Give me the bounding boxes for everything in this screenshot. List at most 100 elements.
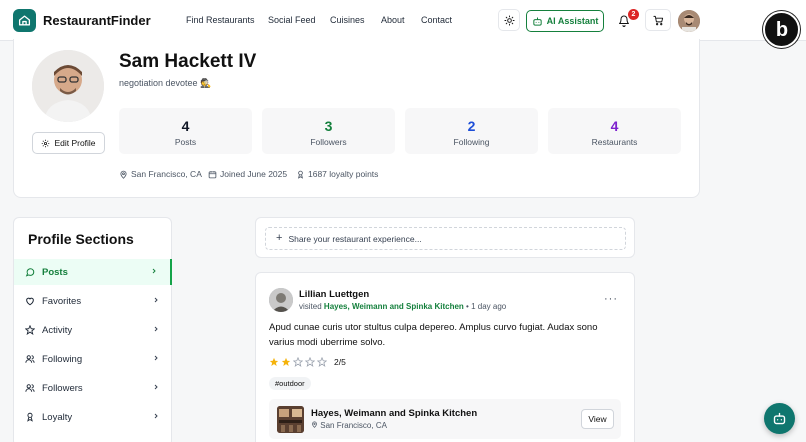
restaurant-card[interactable]: Hayes, Weimann and Spinka Kitchen San Fr… — [269, 399, 621, 439]
notification-badge: 2 — [628, 9, 639, 20]
view-restaurant-button[interactable]: View — [581, 409, 614, 429]
chevron-right-icon — [154, 297, 158, 303]
post-time: 1 day ago — [471, 302, 507, 311]
stat-posts[interactable]: 4 Posts — [119, 108, 252, 154]
post-rating: 2/5 — [269, 357, 346, 367]
brand-name[interactable]: RestaurantFinder — [43, 13, 151, 28]
profile-bio: negotiation devotee 🕵 — [119, 78, 212, 88]
award-icon — [297, 170, 304, 179]
post-meta: visited Hayes, Weimann and Spinka Kitche… — [299, 302, 506, 311]
cart-button[interactable] — [645, 9, 671, 31]
restaurant-thumbnail — [277, 406, 304, 433]
share-experience-input[interactable]: + Share your restaurant experience... — [265, 227, 626, 250]
profile-name: Sam Hackett IV — [119, 51, 257, 72]
star-empty-icon — [305, 357, 315, 367]
profile-sections-sidebar: Profile Sections Posts Favorites Activit… — [13, 217, 172, 442]
map-pin-icon — [120, 170, 127, 179]
plus-icon: + — [276, 232, 283, 244]
nav-about[interactable]: About — [381, 15, 405, 25]
stat-posts-value: 4 — [181, 118, 190, 134]
stat-restaurants-value: 4 — [610, 118, 619, 134]
profile-location: San Francisco, CA — [119, 169, 202, 179]
users-icon — [24, 353, 36, 365]
chevron-right-icon — [154, 384, 158, 390]
edit-profile-button[interactable]: Edit Profile — [32, 132, 105, 154]
post-tag[interactable]: #outdoor — [269, 377, 311, 390]
nav-contact[interactable]: Contact — [421, 15, 452, 25]
stat-following[interactable]: 2 Following — [405, 108, 538, 154]
sidebar-item-label: Favorites — [42, 295, 82, 307]
restaurant-location-text: San Francisco, CA — [320, 421, 387, 430]
star-filled-icon — [281, 357, 291, 366]
sidebar-item-loyalty[interactable]: Loyalty — [14, 404, 172, 430]
sidebar-item-label: Loyalty — [42, 411, 73, 423]
post-author-avatar[interactable] — [269, 288, 293, 312]
stat-followers-value: 3 — [324, 118, 333, 134]
profile-loyalty-text: 1687 loyalty points — [308, 169, 379, 179]
sidebar-item-posts[interactable]: Posts — [14, 259, 172, 285]
post-place-link[interactable]: Hayes, Weimann and Spinka Kitchen — [324, 302, 464, 311]
star-empty-icon — [317, 357, 327, 367]
cart-icon — [652, 15, 663, 25]
stat-followers-label: Followers — [310, 137, 347, 147]
sidebar-item-label: Following — [42, 353, 83, 365]
sidebar-item-following[interactable]: Following — [14, 346, 172, 372]
profile-avatar — [32, 50, 104, 122]
chevron-right-icon — [152, 268, 156, 274]
profile-joined: Joined June 2025 — [208, 169, 287, 179]
sun-icon — [503, 14, 515, 26]
sidebar-item-label: Followers — [42, 382, 83, 394]
comment-icon — [24, 266, 36, 278]
chevron-right-icon — [154, 326, 158, 332]
gear-icon — [42, 139, 50, 147]
sidebar-item-followers[interactable]: Followers — [14, 375, 172, 401]
heart-icon — [24, 295, 36, 307]
sidebar-item-activity[interactable]: Activity — [14, 317, 172, 343]
post-author-name[interactable]: Lillian Luettgen — [299, 289, 369, 300]
sidebar-title: Profile Sections — [28, 231, 134, 247]
edit-profile-label: Edit Profile — [54, 138, 96, 148]
theme-toggle-button[interactable] — [498, 9, 520, 31]
map-pin-icon — [312, 421, 317, 428]
nav-find-restaurants[interactable]: Find Restaurants — [186, 15, 255, 25]
rating-text: 2/5 — [334, 357, 346, 367]
stat-following-label: Following — [453, 137, 490, 147]
users-icon — [24, 382, 36, 394]
award-icon — [24, 411, 36, 423]
bolt-logo-icon: b — [763, 11, 800, 48]
feed-post: Lillian Luettgen visited Hayes, Weimann … — [255, 272, 635, 442]
stat-restaurants-label: Restaurants — [591, 137, 638, 147]
star-empty-icon — [293, 357, 303, 367]
bot-icon — [532, 16, 542, 26]
share-experience-placeholder: Share your restaurant experience... — [288, 233, 422, 244]
user-avatar[interactable] — [678, 10, 700, 32]
stat-posts-label: Posts — [174, 137, 197, 147]
chevron-right-icon — [154, 413, 158, 419]
post-action: visited — [299, 302, 322, 311]
ai-assistant-button[interactable]: AI Assistant — [526, 10, 604, 32]
profile-joined-text: Joined June 2025 — [220, 169, 288, 179]
profile-location-text: San Francisco, CA — [131, 169, 202, 179]
nav-cuisines[interactable]: Cuisines — [330, 15, 365, 25]
restaurant-name: Hayes, Weimann and Spinka Kitchen — [311, 408, 478, 419]
bot-icon — [773, 412, 786, 425]
sidebar-item-label: Posts — [42, 266, 68, 278]
sidebar-item-label: Activity — [42, 324, 73, 336]
profile-loyalty: 1687 loyalty points — [296, 169, 378, 179]
stat-followers[interactable]: 3 Followers — [262, 108, 395, 154]
brand-logo-icon[interactable] — [13, 9, 36, 32]
stat-following-value: 2 — [467, 118, 476, 134]
star-icon — [24, 324, 36, 336]
ai-assistant-label: AI Assistant — [546, 16, 599, 26]
post-composer: + Share your restaurant experience... — [255, 217, 635, 258]
post-text: Apud cunae curis utor stultus culpa depe… — [269, 322, 598, 348]
stat-restaurants[interactable]: 4 Restaurants — [548, 108, 681, 154]
calendar-icon — [208, 170, 217, 178]
svg-text:b: b — [775, 19, 787, 41]
more-options-icon[interactable]: ··· — [604, 293, 618, 305]
chat-assistant-button[interactable] — [764, 403, 795, 434]
chevron-right-icon — [154, 355, 158, 361]
star-filled-icon — [269, 357, 279, 366]
nav-social-feed[interactable]: Social Feed — [268, 15, 316, 25]
sidebar-item-favorites[interactable]: Favorites — [14, 288, 172, 314]
